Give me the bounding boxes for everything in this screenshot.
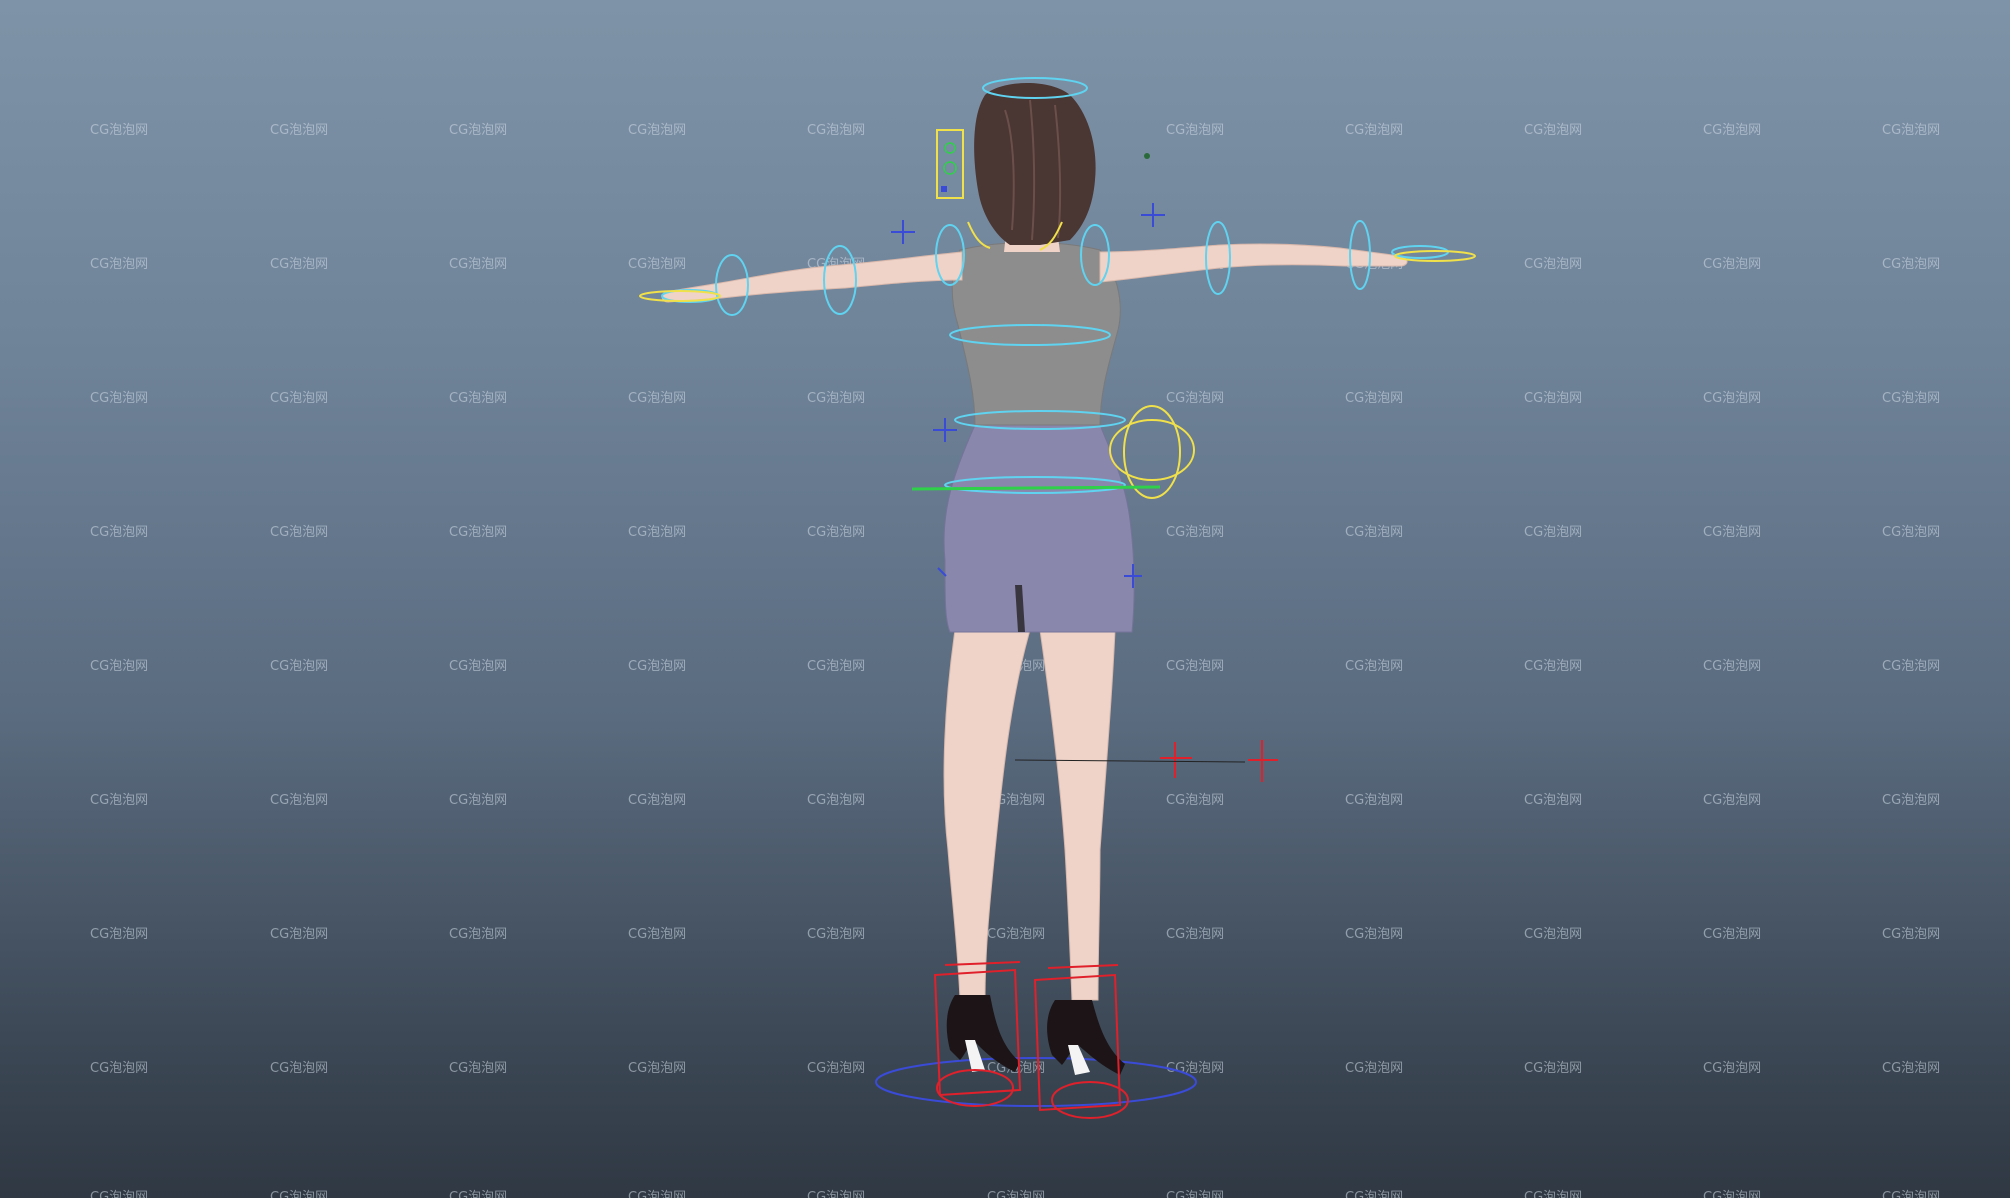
right-arm bbox=[1099, 243, 1408, 283]
hip-control-icon[interactable] bbox=[911, 485, 1161, 491]
character-rig-scene[interactable] bbox=[0, 0, 2010, 1198]
sleeveless-top bbox=[951, 242, 1121, 426]
root-circle-icon[interactable] bbox=[875, 1057, 1197, 1107]
left-arm bbox=[661, 251, 963, 303]
maya-viewport[interactable]: CG泡泡网 CG泡泡网 CG泡泡网 CG泡泡网 CG泡泡网 CG泡泡网 CG泡泡网 CG泡泡网… bbox=[0, 0, 2010, 1198]
right-leg bbox=[1039, 629, 1116, 1001]
left-leg bbox=[943, 629, 1031, 1001]
pole-vector-icon[interactable] bbox=[1014, 740, 1278, 782]
skirt bbox=[943, 424, 1135, 633]
